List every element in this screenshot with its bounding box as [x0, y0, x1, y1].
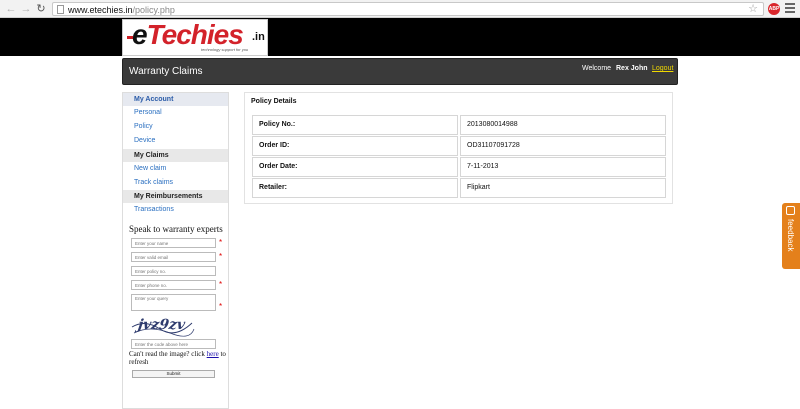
- submit-button[interactable]: Submit: [132, 370, 215, 378]
- query-textarea[interactable]: [131, 294, 216, 311]
- page-title: Warranty Claims: [129, 66, 203, 77]
- email-input[interactable]: [131, 252, 216, 262]
- forward-arrow-icon[interactable]: →: [20, 3, 32, 15]
- required-asterisk: *: [219, 302, 223, 311]
- site-header: [0, 18, 800, 56]
- name-input[interactable]: [131, 238, 216, 248]
- required-asterisk: *: [219, 252, 223, 261]
- captcha-refresh-text: Can't read the image? click here to refr…: [129, 350, 233, 366]
- user-name: Rex John: [616, 65, 648, 72]
- adblock-icon[interactable]: ABP: [768, 3, 780, 15]
- etechies-logo[interactable]: eTechies .in technology support for you: [122, 19, 268, 56]
- bookmark-star-icon[interactable]: ☆: [748, 3, 758, 16]
- logo-techies: Techies: [146, 19, 244, 50]
- order-date-value: 7-11-2013: [460, 157, 666, 177]
- phone-input[interactable]: [131, 280, 216, 290]
- title-bar: Warranty Claims Welcome Rex John Logout: [122, 58, 678, 85]
- url-path: /policy.php: [132, 5, 175, 15]
- retailer-label: Retailer:: [252, 178, 458, 198]
- logo-e: e: [132, 19, 148, 50]
- address-bar[interactable]: www.etechies.in/policy.php ☆: [52, 2, 764, 16]
- feedback-label: feedback: [786, 219, 795, 252]
- policy-number-input[interactable]: [131, 266, 216, 276]
- welcome-text: Welcome: [582, 65, 612, 72]
- required-asterisk: *: [219, 238, 223, 247]
- sidebar-item-transactions[interactable]: Transactions: [134, 205, 174, 215]
- sidebar-heading-my-account[interactable]: My Account: [123, 93, 228, 106]
- captcha-input[interactable]: [131, 339, 216, 349]
- sidebar-heading-my-claims[interactable]: My Claims: [123, 149, 228, 162]
- sidebar-item-track-claims[interactable]: Track claims: [134, 178, 173, 188]
- sidebar-heading-my-reimbursements[interactable]: My Reimbursements: [123, 190, 228, 203]
- page-icon: [57, 5, 64, 14]
- logo-wordmark: eTechies: [132, 19, 244, 50]
- policy-number-label: Policy No.:: [252, 115, 458, 135]
- captcha-image: jvz9zv: [130, 315, 196, 337]
- reload-icon[interactable]: ↻: [35, 3, 47, 15]
- feedback-icon: [786, 206, 795, 215]
- captcha-text: jvz9zv: [136, 317, 187, 333]
- back-arrow-icon[interactable]: ←: [5, 3, 17, 15]
- order-id-value: OD31107091728: [460, 136, 666, 156]
- order-date-label: Order Date:: [252, 157, 458, 177]
- logo-tld: .in: [252, 31, 265, 43]
- sidebar: My Account Personal Policy Device My Cla…: [122, 92, 229, 409]
- retailer-value: Flipkart: [460, 178, 666, 198]
- order-id-label: Order ID:: [252, 136, 458, 156]
- url-text: www.etechies.in/policy.php: [68, 4, 175, 16]
- logout-link[interactable]: Logout: [652, 65, 673, 72]
- feedback-tab[interactable]: feedback: [782, 203, 800, 269]
- sidebar-item-device[interactable]: Device: [134, 136, 155, 146]
- required-asterisk: *: [219, 280, 223, 289]
- policy-number-value: 2013080014988: [460, 115, 666, 135]
- contact-form-heading: Speak to warranty experts: [129, 224, 223, 234]
- browser-toolbar: ← → ↻ www.etechies.in/policy.php ☆ ABP: [0, 0, 800, 18]
- captcha-refresh-link[interactable]: here: [207, 350, 219, 358]
- sidebar-item-personal[interactable]: Personal: [134, 108, 162, 118]
- sidebar-item-policy[interactable]: Policy: [134, 122, 153, 132]
- sidebar-item-new-claim[interactable]: New claim: [134, 164, 166, 174]
- policy-details-title: Policy Details: [251, 98, 297, 105]
- url-host: www.etechies.in: [68, 5, 133, 15]
- policy-details-panel: Policy Details Policy No.: 2013080014988…: [244, 92, 673, 204]
- hamburger-menu-icon[interactable]: [785, 3, 795, 15]
- captcha-refresh-prefix: Can't read the image? click: [129, 350, 207, 358]
- logo-tagline: technology support for you: [201, 47, 249, 52]
